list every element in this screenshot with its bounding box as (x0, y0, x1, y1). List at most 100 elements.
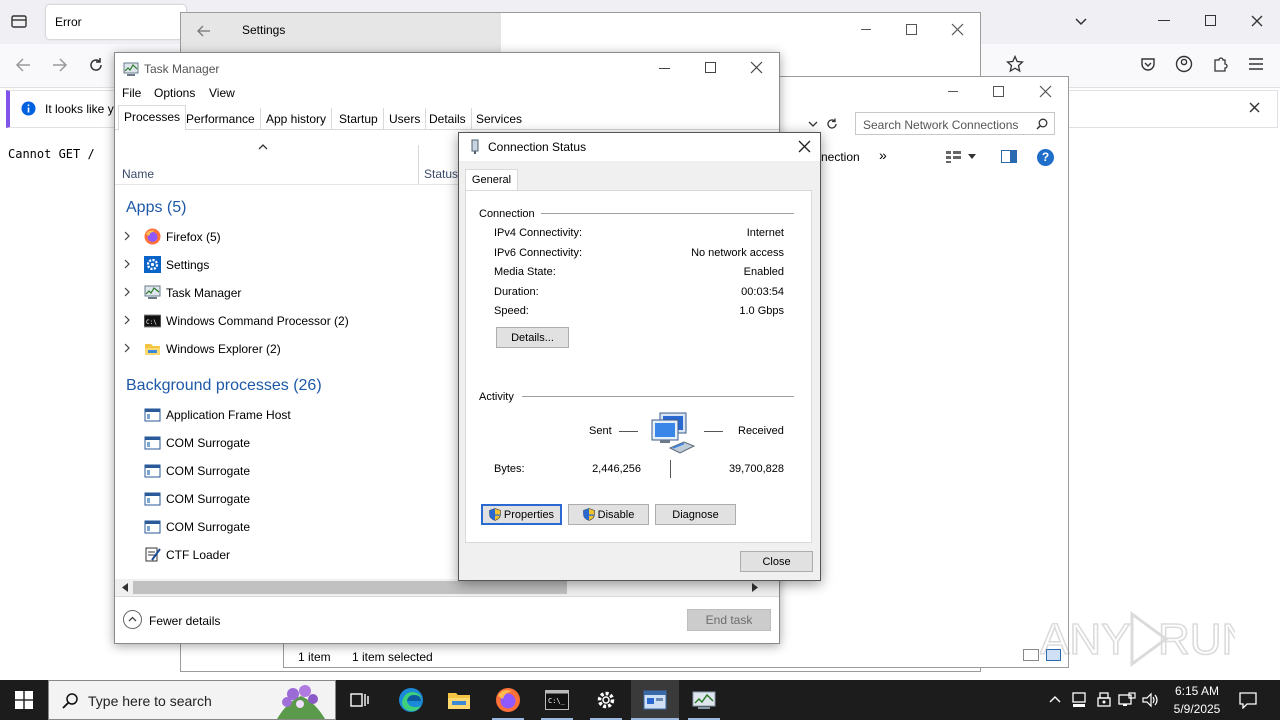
disable-button[interactable]: Disable (568, 504, 649, 525)
scrollbar-thumb[interactable] (133, 581, 567, 594)
search-network-input[interactable]: Search Network Connections (855, 112, 1055, 135)
tab-processes[interactable]: Processes (118, 105, 187, 130)
horizontal-scrollbar[interactable] (115, 579, 779, 596)
start-button[interactable] (0, 680, 48, 720)
process-row-bg[interactable]: COM Surrogate (115, 513, 455, 541)
minimize-icon[interactable] (1158, 20, 1170, 21)
notification-center-icon[interactable] (1239, 691, 1257, 709)
address-dropdown-icon[interactable] (807, 119, 819, 129)
taskbar-search-box[interactable]: Type here to search (48, 680, 336, 720)
restore-icon[interactable] (1205, 15, 1216, 26)
firefox-list-tabs-icon[interactable] (10, 12, 28, 30)
tab-users[interactable]: Users (384, 108, 427, 130)
end-task-button[interactable]: End task (687, 609, 771, 631)
toolbar-command-fragment[interactable]: nection (821, 150, 860, 164)
tray-usb-icon[interactable] (1096, 692, 1112, 708)
close-button[interactable]: Close (740, 551, 813, 572)
forward-icon[interactable] (51, 56, 69, 74)
toolbar-more-icon[interactable]: » (879, 147, 887, 163)
process-row-bg[interactable]: COM Surrogate (115, 429, 455, 457)
taskbar: Type here to search C:\_ 6:15 AM 5/9/202… (0, 680, 1280, 720)
taskmgr-minimize-icon[interactable] (659, 68, 670, 69)
bytes-received-value: 39,700,828 (728, 463, 784, 475)
network-adapter-icon (470, 139, 480, 155)
process-row-explorer[interactable]: Windows Explorer (2) (115, 335, 455, 363)
clock-time[interactable]: 6:15 AM (1172, 684, 1222, 698)
show-hidden-icons-chevron-icon[interactable] (1048, 694, 1062, 704)
details-view-icon[interactable] (1023, 649, 1039, 661)
back-icon[interactable] (14, 56, 32, 74)
sort-chevron-up-icon[interactable] (257, 143, 269, 151)
tray-network-icon[interactable] (1118, 692, 1136, 708)
expand-chevron-icon[interactable] (123, 315, 131, 325)
menu-options[interactable]: Options (154, 86, 195, 100)
properties-button[interactable]: Properties (481, 504, 562, 525)
expand-chevron-icon[interactable] (123, 259, 131, 269)
chevron-down-icon[interactable] (1073, 14, 1089, 30)
process-row-task-manager[interactable]: Task Manager (115, 279, 455, 307)
process-row-bg[interactable]: CTF Loader (115, 541, 455, 569)
process-row-bg[interactable]: COM Surrogate (115, 485, 455, 513)
info-bar-close-icon[interactable] (1248, 101, 1261, 114)
details-button[interactable]: Details... (496, 327, 569, 348)
firefox-tab[interactable]: Error (46, 5, 186, 39)
help-icon[interactable]: ? (1037, 149, 1054, 166)
tab-startup[interactable]: Startup (334, 108, 384, 130)
extensions-icon[interactable] (1211, 55, 1229, 73)
expand-chevron-icon[interactable] (123, 343, 131, 353)
process-row-cmd[interactable]: C:\ Windows Command Processor (2) (115, 307, 455, 335)
fewer-details-icon[interactable] (123, 610, 142, 629)
fewer-details-link[interactable]: Fewer details (149, 614, 220, 628)
close-icon[interactable] (1250, 14, 1264, 28)
settings-minimize-icon[interactable] (861, 29, 871, 30)
clock-date[interactable]: 5/9/2025 (1168, 702, 1226, 716)
task-manager-taskbar-icon[interactable] (680, 680, 728, 720)
firefox-taskbar-icon[interactable] (484, 680, 532, 720)
settings-close-icon[interactable] (951, 23, 964, 36)
hamburger-menu-icon[interactable] (1248, 57, 1264, 71)
network-connections-taskbar-icon[interactable] (631, 680, 679, 720)
process-row-bg[interactable]: Application Frame Host (115, 401, 455, 429)
diagnose-button[interactable]: Diagnose (655, 504, 736, 525)
taskmgr-maximize-icon[interactable] (705, 62, 716, 73)
menu-view[interactable]: View (209, 86, 235, 100)
received-line (704, 431, 723, 432)
settings-maximize-icon[interactable] (906, 24, 917, 35)
tray-device-icon[interactable] (1072, 692, 1086, 708)
change-view-icon[interactable] (946, 150, 976, 164)
column-header-name[interactable]: Name (122, 167, 154, 181)
info-bar-text: It looks like y (45, 102, 114, 116)
dialog-close-icon[interactable] (798, 140, 811, 153)
settings-back-icon[interactable] (196, 23, 212, 39)
taskmgr-close-icon[interactable] (750, 61, 763, 74)
file-explorer-icon[interactable] (435, 680, 483, 720)
account-icon[interactable] (1175, 55, 1193, 73)
cmd-taskbar-icon[interactable]: C:\_ (533, 680, 581, 720)
process-row-firefox[interactable]: Firefox (5) (115, 223, 455, 251)
refresh-icon[interactable] (825, 117, 839, 131)
scroll-right-icon[interactable] (751, 583, 759, 592)
tab-details[interactable]: Details (424, 108, 472, 130)
netconn-minimize-icon[interactable] (948, 91, 958, 92)
expand-chevron-icon[interactable] (123, 287, 131, 297)
tab-general[interactable]: General (465, 169, 518, 191)
edge-icon[interactable] (387, 680, 435, 720)
expand-chevron-icon[interactable] (123, 231, 131, 241)
preview-pane-icon[interactable] (1001, 150, 1017, 163)
netconn-maximize-icon[interactable] (993, 86, 1004, 97)
tab-services[interactable]: Services (471, 108, 527, 130)
reload-icon[interactable] (87, 56, 105, 74)
scroll-left-icon[interactable] (121, 583, 129, 592)
column-header-status[interactable]: Status (424, 167, 458, 181)
bookmark-star-icon[interactable] (1006, 55, 1024, 73)
netconn-close-icon[interactable] (1039, 85, 1052, 98)
pocket-icon[interactable] (1139, 55, 1157, 73)
tab-performance[interactable]: Performance (181, 108, 261, 130)
settings-taskbar-icon[interactable] (582, 680, 630, 720)
process-row-bg[interactable]: COM Surrogate (115, 457, 455, 485)
process-row-settings[interactable]: Settings (115, 251, 455, 279)
menu-file[interactable]: File (122, 86, 141, 100)
task-view-icon[interactable] (336, 680, 384, 720)
tray-volume-icon[interactable] (1142, 692, 1160, 708)
tab-app-history[interactable]: App history (261, 108, 333, 130)
